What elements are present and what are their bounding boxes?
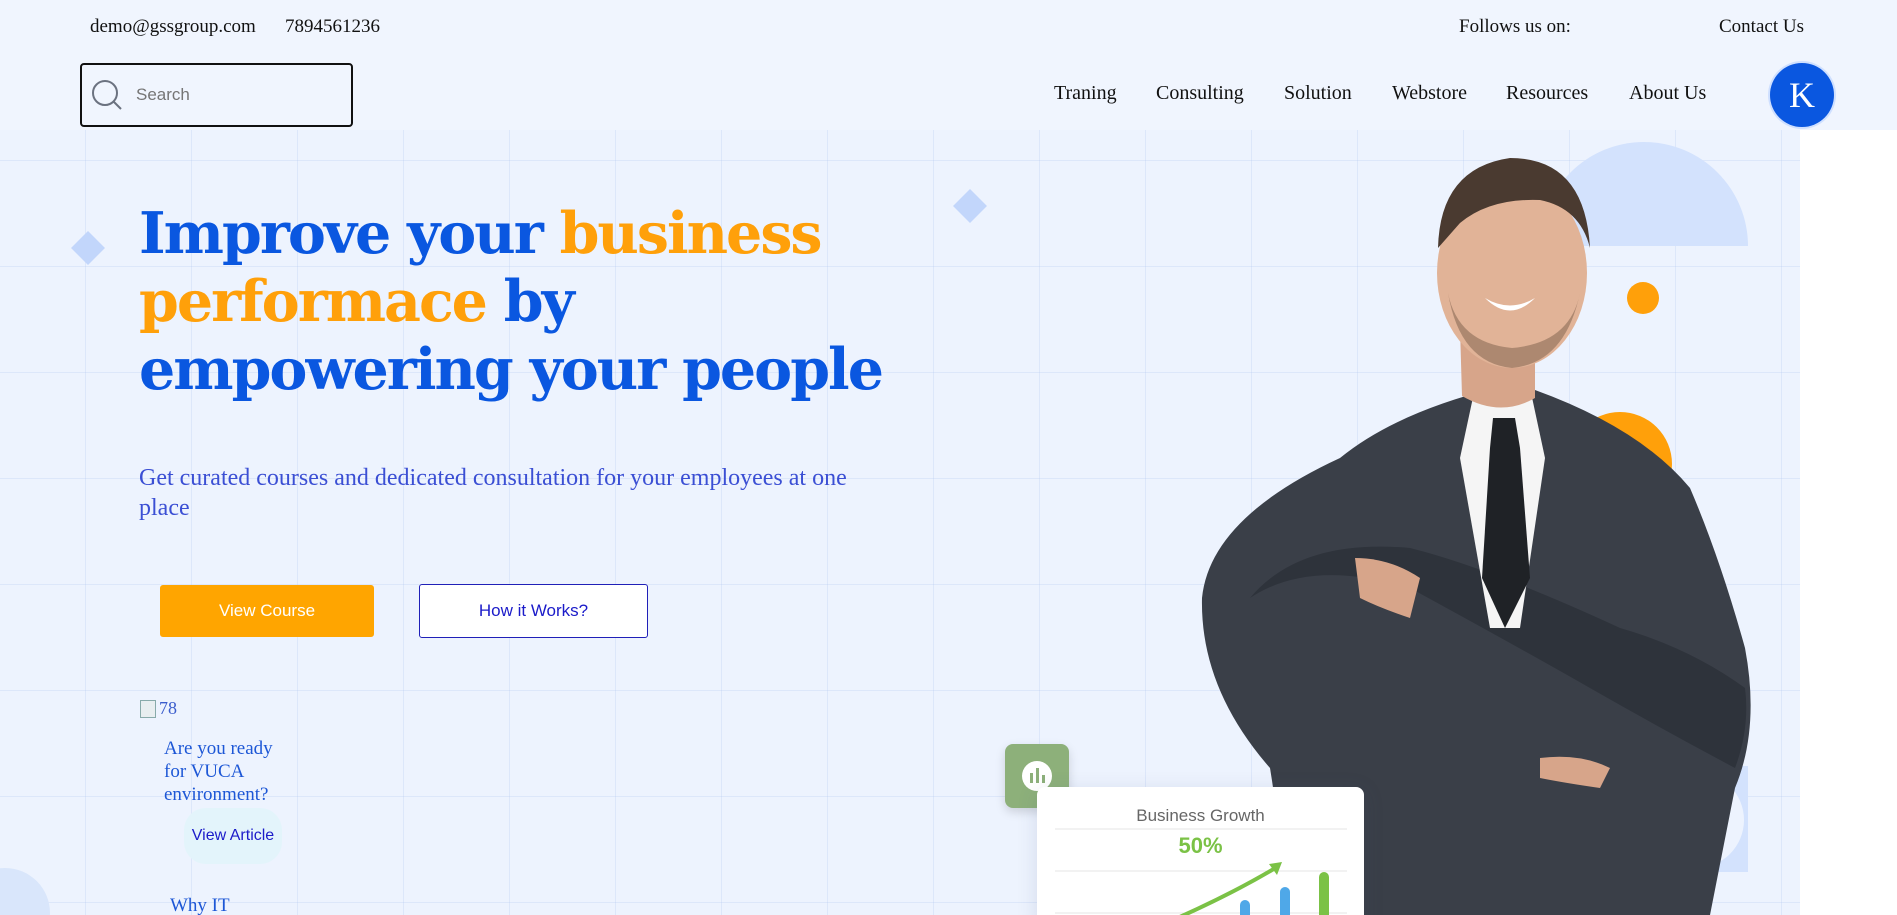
business-growth-card: Business Growth 50% <box>1037 787 1364 915</box>
nav-item-about-us[interactable]: About Us <box>1629 82 1706 105</box>
nav-item-resources[interactable]: Resources <box>1506 82 1588 105</box>
trend-arrow <box>1179 865 1279 915</box>
nav-item-webstore[interactable]: Webstore <box>1392 82 1467 105</box>
search-icon <box>92 80 122 110</box>
hero-subtitle: Get curated courses and dedicated consul… <box>139 465 847 521</box>
article-image: 78 <box>140 698 177 719</box>
search-input[interactable] <box>136 85 316 105</box>
headline-part: empowering your people <box>139 336 884 403</box>
headline-highlight: business <box>559 200 823 267</box>
search-box[interactable] <box>80 63 353 127</box>
view-article-button[interactable]: View Article <box>184 808 282 864</box>
growth-chart <box>1055 828 1347 915</box>
headline-highlight: performace <box>139 268 488 335</box>
contact-phone[interactable]: 7894561236 <box>285 16 380 38</box>
top-bar: demo@gssgroup.com 7894561236 Follows us … <box>0 0 1897 55</box>
view-course-button[interactable]: View Course <box>160 585 374 637</box>
user-avatar[interactable]: K <box>1770 63 1834 127</box>
contact-us-link[interactable]: Contact Us <box>1719 16 1804 38</box>
headline-part: by <box>485 268 575 335</box>
growth-bar <box>1280 887 1290 915</box>
contact-email[interactable]: demo@gssgroup.com <box>90 16 256 38</box>
growth-bar <box>1319 872 1329 915</box>
how-it-works-button[interactable]: How it Works? <box>419 584 648 638</box>
headline-part: Improve your <box>139 200 560 267</box>
nav-item-solution[interactable]: Solution <box>1284 82 1352 105</box>
follow-us-label: Follows us on: <box>1459 16 1571 37</box>
article-image-alt: 78 <box>159 698 177 718</box>
next-article-title[interactable]: Why IT <box>170 895 230 915</box>
nav-item-training[interactable]: Traning <box>1054 82 1117 105</box>
article-title[interactable]: Are you ready for VUCA environment? <box>164 737 294 806</box>
broken-image-icon <box>140 699 156 718</box>
nav-item-consulting[interactable]: Consulting <box>1156 82 1244 105</box>
growth-bar <box>1240 900 1250 915</box>
hero-headline: Improve your business performace by empo… <box>139 200 939 404</box>
page-edge <box>1800 130 1897 915</box>
